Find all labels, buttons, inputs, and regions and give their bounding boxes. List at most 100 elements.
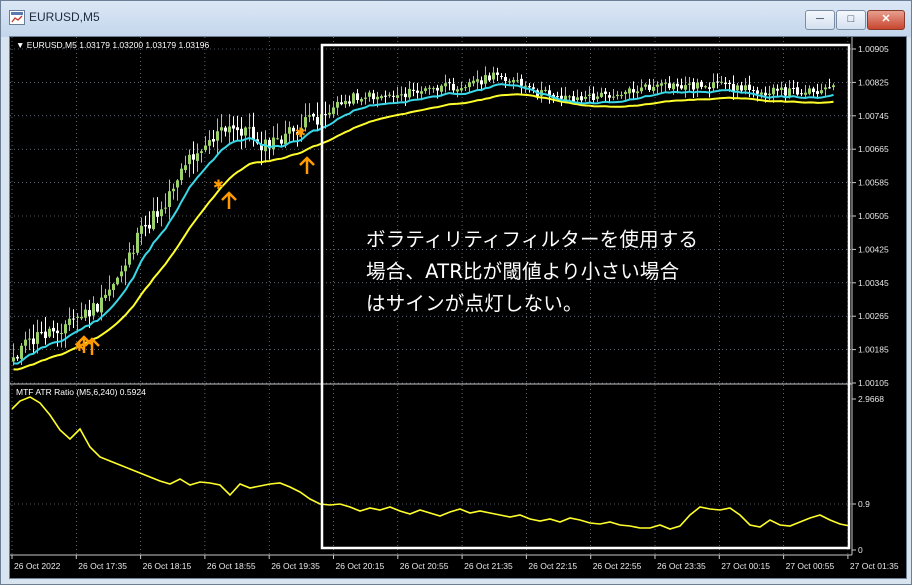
- candle-body: [452, 83, 455, 91]
- symbol-label: EURUSD,M5: [26, 40, 77, 50]
- candle-body: [88, 310, 91, 317]
- buy-arrow-icon: [221, 191, 237, 209]
- candle-body: [508, 81, 511, 83]
- candle-body: [196, 153, 199, 161]
- candle-body: [236, 127, 239, 131]
- price-label: 1.00745: [858, 111, 889, 121]
- price-label: 1.00505: [858, 211, 889, 221]
- candle-body: [704, 86, 707, 88]
- candle-body: [360, 99, 363, 102]
- candle-body: [792, 87, 795, 89]
- candle-body: [628, 88, 631, 94]
- collapse-arrow-icon[interactable]: ▼: [16, 40, 24, 50]
- candle-body: [808, 88, 811, 94]
- candle-body: [692, 82, 695, 90]
- candle-body: [388, 94, 391, 96]
- candle-body: [504, 77, 507, 81]
- candle-body: [476, 79, 479, 82]
- candle-body: [612, 96, 615, 98]
- candle-body: [760, 92, 763, 95]
- candle-body: [336, 101, 339, 108]
- candle-body: [824, 87, 827, 90]
- signal-star-icon: ✱: [295, 126, 306, 141]
- title-bar[interactable]: EURUSD,M5 ─ □ ✕: [1, 1, 911, 37]
- candle-body: [524, 85, 527, 87]
- candle-body: [752, 90, 755, 92]
- candle-body: [632, 89, 635, 93]
- time-label: 26 Oct 21:35: [464, 561, 513, 571]
- candle-body: [172, 188, 175, 192]
- candle-body: [764, 92, 767, 96]
- candle-body: [244, 127, 247, 136]
- candle-body: [228, 126, 231, 133]
- candle-body: [68, 318, 71, 325]
- time-label: 26 Oct 18:15: [143, 561, 192, 571]
- indicator-value: 0.5924: [119, 387, 146, 397]
- candle-body: [308, 115, 311, 117]
- candle-body: [608, 95, 611, 98]
- candle-body: [684, 85, 687, 90]
- price-label: 1.00345: [858, 278, 889, 288]
- candle-body: [60, 332, 63, 334]
- price-candles: [12, 66, 835, 366]
- candle-body: [348, 101, 351, 104]
- candle-body: [52, 327, 55, 332]
- time-label: 26 Oct 17:35: [78, 561, 127, 571]
- candle-body: [212, 138, 215, 142]
- time-label: 26 Oct 20:55: [400, 561, 449, 571]
- candle-body: [620, 95, 623, 97]
- candle-body: [132, 252, 135, 254]
- candle-body: [776, 88, 779, 91]
- candle-body: [444, 83, 447, 87]
- candle-body: [728, 82, 731, 84]
- candle-body: [248, 127, 251, 129]
- candle-body: [160, 209, 163, 217]
- candle-body: [404, 93, 407, 98]
- maximize-button[interactable]: □: [836, 10, 866, 30]
- annotation-line-2: 場合、ATR比が閾値より小さい場合: [366, 260, 680, 283]
- indicator-scale-label: 0: [858, 545, 863, 555]
- time-label: 27 Oct 00:15: [721, 561, 770, 571]
- candle-body: [332, 107, 335, 115]
- candle-body: [352, 93, 355, 104]
- candle-body: [80, 316, 83, 319]
- price-label: 1.00825: [858, 77, 889, 87]
- candle-body: [636, 91, 639, 94]
- candle-body: [428, 87, 431, 89]
- indicator-params: (M5,6,240): [76, 387, 118, 397]
- candle-body: [796, 87, 799, 95]
- candle-body: [592, 93, 595, 101]
- candle-body: [736, 85, 739, 91]
- candle-body: [596, 96, 599, 99]
- candle-body: [436, 87, 439, 91]
- candle-body: [804, 92, 807, 95]
- candle-body: [96, 303, 99, 312]
- candle-body: [788, 88, 791, 96]
- candle-body: [744, 85, 747, 91]
- chart-area[interactable]: ✱ ✱ ✱ 1.00905 1.00825 1.00745 1.00665 1.00585 1…: [9, 36, 907, 579]
- minimize-button[interactable]: ─: [805, 10, 835, 30]
- candle-body: [124, 265, 127, 272]
- close-button[interactable]: ✕: [867, 10, 905, 30]
- candle-body: [652, 86, 655, 91]
- chart-window-icon: [9, 10, 25, 25]
- candle-body: [772, 87, 775, 95]
- annotation-line-1: ボラティリティフィルターを使用する: [366, 228, 699, 251]
- candle-body: [112, 284, 115, 290]
- candle-body: [780, 87, 783, 90]
- candle-body: [328, 112, 331, 115]
- candle-body: [748, 84, 751, 90]
- candle-body: [828, 87, 831, 89]
- candle-body: [420, 91, 423, 94]
- candle-body: [740, 85, 743, 91]
- candle-body: [240, 128, 243, 136]
- candle-body: [216, 131, 219, 141]
- candle-body: [288, 127, 291, 134]
- candle-body: [784, 87, 787, 96]
- candle-body: [680, 85, 683, 89]
- candle-body: [20, 345, 23, 359]
- candle-body: [700, 81, 703, 87]
- candle-body: [128, 252, 131, 265]
- candle-body: [464, 87, 467, 89]
- candle-body: [492, 72, 495, 80]
